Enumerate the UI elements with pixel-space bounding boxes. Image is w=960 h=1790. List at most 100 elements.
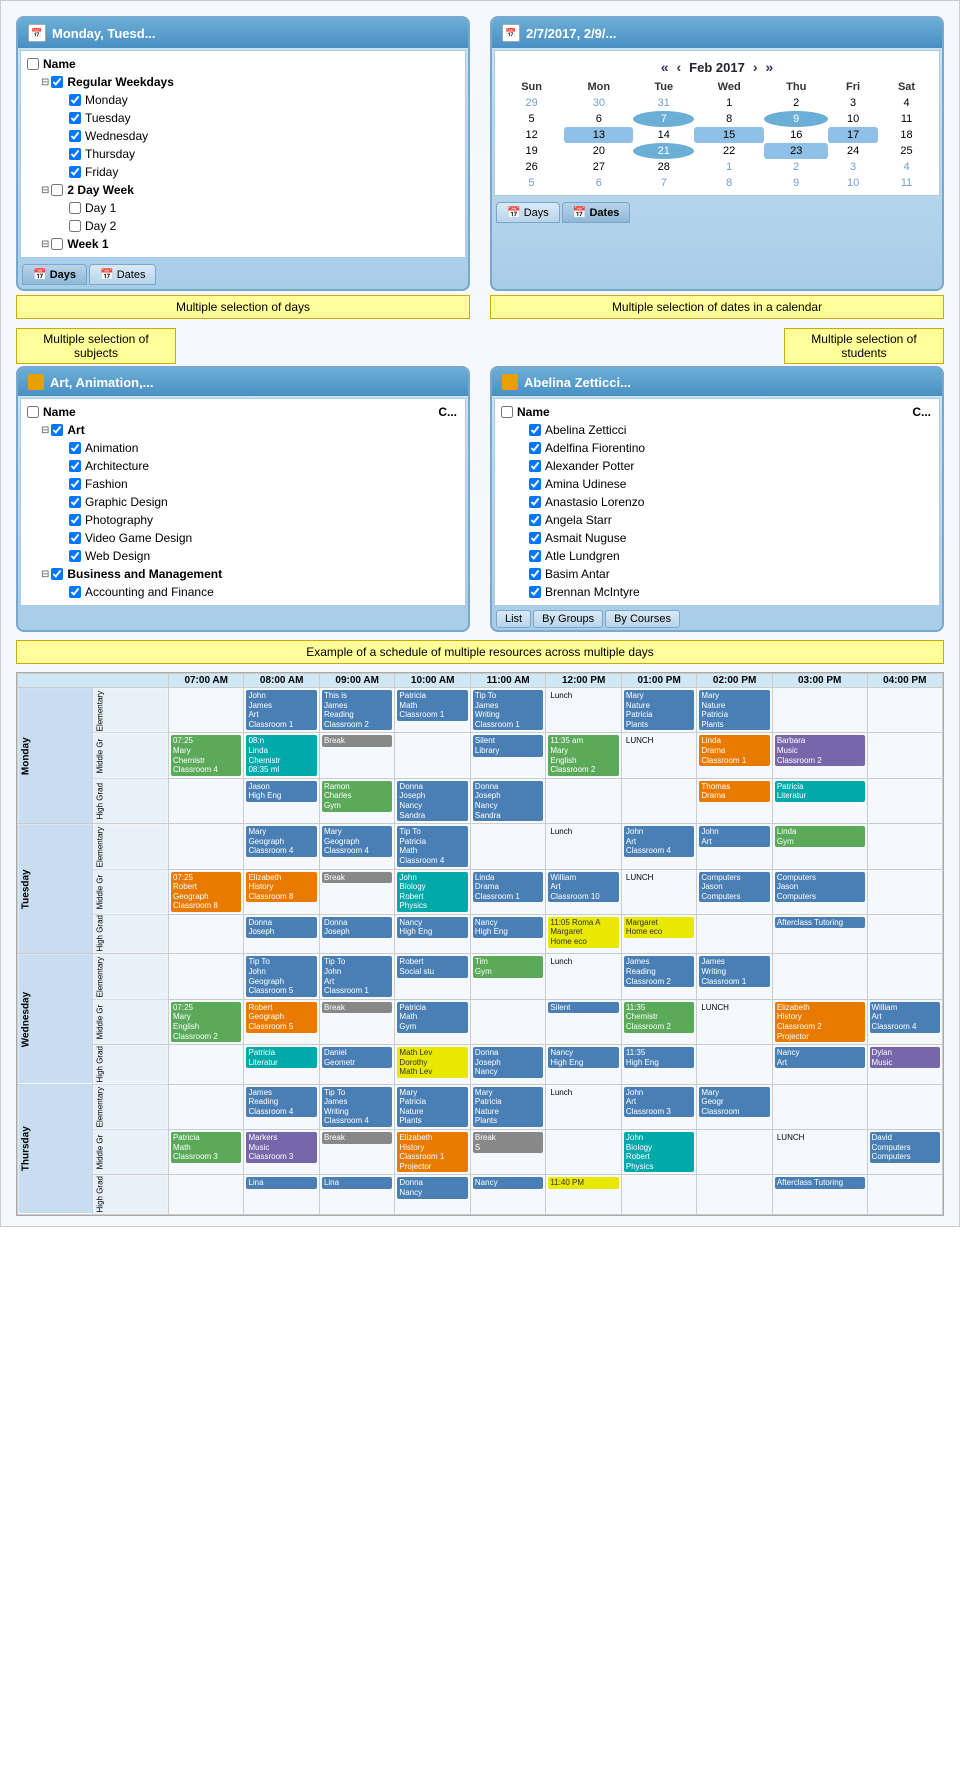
- nav-last[interactable]: »: [766, 59, 774, 75]
- schedule-event[interactable]: Tip To John Art Classroom 1: [322, 956, 392, 996]
- schedule-event[interactable]: Computers Jason Computers: [775, 872, 865, 903]
- calendar-day-cell[interactable]: 4: [878, 95, 935, 111]
- schedule-event[interactable]: Robert Social stu: [397, 956, 467, 977]
- item-checkbox[interactable]: [51, 76, 63, 88]
- schedule-event[interactable]: Silent: [548, 1002, 618, 1014]
- schedule-event[interactable]: Donna Joseph Nancy Sandra: [473, 781, 543, 821]
- tree-item[interactable]: Web Design: [25, 547, 461, 565]
- item-checkbox[interactable]: [529, 586, 541, 598]
- schedule-event[interactable]: Jason High Eng: [246, 781, 316, 802]
- schedule-event[interactable]: LUNCH: [624, 735, 694, 747]
- item-checkbox[interactable]: [69, 442, 81, 454]
- calendar-day-cell[interactable]: 8: [694, 175, 764, 191]
- calendar-day-cell[interactable]: 4: [878, 159, 935, 175]
- tree-item[interactable]: NameC...: [499, 403, 935, 421]
- schedule-event[interactable]: This is James Reading Classroom 2: [322, 690, 392, 730]
- schedule-event[interactable]: Nancy High Eng: [548, 1047, 618, 1068]
- header-checkbox[interactable]: [501, 406, 513, 418]
- schedule-event[interactable]: LUNCH: [775, 1132, 865, 1144]
- tree-item[interactable]: Abelina Zetticci: [499, 421, 935, 439]
- calendar-day-cell[interactable]: 12: [499, 127, 564, 143]
- schedule-event[interactable]: 11:40 PM: [548, 1177, 618, 1189]
- tree-item[interactable]: Photography: [25, 511, 461, 529]
- schedule-event[interactable]: Mary Geograph Classroom 4: [322, 826, 392, 857]
- item-checkbox[interactable]: [69, 532, 81, 544]
- item-checkbox[interactable]: [69, 460, 81, 472]
- schedule-event[interactable]: Mary Nature Patricia Plants: [624, 690, 694, 730]
- calendar-day-cell[interactable]: 3: [828, 159, 878, 175]
- tree-item[interactable]: Day 2: [25, 217, 461, 235]
- schedule-event[interactable]: Dylan Music: [870, 1047, 941, 1068]
- tree-item[interactable]: Friday: [25, 163, 461, 181]
- schedule-event[interactable]: 11:35 am Mary English Classroom 2: [548, 735, 618, 775]
- schedule-event[interactable]: Lina: [246, 1177, 316, 1189]
- schedule-event[interactable]: Donna Joseph Nancy: [473, 1047, 543, 1078]
- calendar-day-cell[interactable]: 10: [828, 111, 878, 127]
- item-checkbox[interactable]: [529, 478, 541, 490]
- tree-item[interactable]: Alexander Potter: [499, 457, 935, 475]
- calendar-day-cell[interactable]: 1: [694, 159, 764, 175]
- item-checkbox[interactable]: [529, 568, 541, 580]
- schedule-event[interactable]: Elizabeth History Classroom 2 Projector: [775, 1002, 865, 1042]
- tab-by-groups[interactable]: By Groups: [533, 610, 603, 628]
- tree-item[interactable]: Animation: [25, 439, 461, 457]
- schedule-event[interactable]: 07:25 Mary Chemistr Classroom 4: [171, 735, 241, 775]
- schedule-event[interactable]: William Art Classroom 4: [870, 1002, 941, 1033]
- tree-item[interactable]: Asmait Nuguse: [499, 529, 935, 547]
- expand-icon[interactable]: ⊟: [41, 77, 49, 88]
- header-checkbox[interactable]: [27, 406, 39, 418]
- schedule-event[interactable]: Math Lev Dorothy Math Lev: [397, 1047, 467, 1078]
- item-checkbox[interactable]: [69, 130, 81, 142]
- schedule-event[interactable]: Robert Geograph Classroom 5: [246, 1002, 316, 1033]
- item-checkbox[interactable]: [529, 550, 541, 562]
- item-checkbox[interactable]: [69, 220, 81, 232]
- schedule-event[interactable]: Break: [322, 1002, 392, 1014]
- calendar-day-cell[interactable]: 17: [828, 127, 878, 143]
- item-checkbox[interactable]: [529, 460, 541, 472]
- schedule-event[interactable]: James Writing Classroom 1: [699, 956, 769, 987]
- schedule-event[interactable]: Linda Gym: [775, 826, 865, 847]
- item-checkbox[interactable]: [69, 586, 81, 598]
- tree-item[interactable]: Basim Antar: [499, 565, 935, 583]
- schedule-event[interactable]: Lunch: [548, 826, 618, 838]
- tree-item[interactable]: ⊟Week 1: [25, 235, 461, 253]
- schedule-event[interactable]: Barbara Music Classroom 2: [775, 735, 865, 766]
- item-checkbox[interactable]: [51, 424, 63, 436]
- expand-icon[interactable]: ⊟: [41, 185, 49, 196]
- days-tab-dates[interactable]: 📅 Dates: [89, 264, 156, 285]
- schedule-event[interactable]: Silent Library: [473, 735, 543, 756]
- schedule-event[interactable]: Mary Patricia Nature Plants: [397, 1087, 467, 1127]
- calendar-day-cell[interactable]: 7: [633, 175, 694, 191]
- tree-item[interactable]: Video Game Design: [25, 529, 461, 547]
- item-checkbox[interactable]: [69, 112, 81, 124]
- calendar-day-cell[interactable]: 11: [878, 111, 935, 127]
- item-checkbox[interactable]: [69, 496, 81, 508]
- schedule-event[interactable]: Tim Gym: [473, 956, 543, 977]
- calendar-day-cell[interactable]: 6: [564, 111, 633, 127]
- days-tab-days[interactable]: 📅 Days: [22, 264, 87, 285]
- schedule-event[interactable]: Thomas Drama: [699, 781, 769, 802]
- calendar-day-cell[interactable]: 15: [694, 127, 764, 143]
- schedule-event[interactable]: Computers Jason Computers: [699, 872, 769, 903]
- tree-item[interactable]: ⊟Business and Management: [25, 565, 461, 583]
- schedule-event[interactable]: Patricia Literatur: [775, 781, 865, 802]
- schedule-event[interactable]: John Biology Robert Physics: [624, 1132, 694, 1172]
- calendar-day-cell[interactable]: 31: [633, 95, 694, 111]
- schedule-event[interactable]: Elizabeth History Classroom 8: [246, 872, 316, 903]
- calendar-day-cell[interactable]: 16: [764, 127, 828, 143]
- schedule-event[interactable]: James Reading Classroom 4: [246, 1087, 316, 1118]
- tree-item[interactable]: Monday: [25, 91, 461, 109]
- calendar-day-cell[interactable]: 14: [633, 127, 694, 143]
- tab-list[interactable]: List: [496, 610, 531, 628]
- tree-item[interactable]: Amina Udinese: [499, 475, 935, 493]
- schedule-event[interactable]: Lina: [322, 1177, 392, 1189]
- item-checkbox[interactable]: [529, 514, 541, 526]
- calendar-day-cell[interactable]: 3: [828, 95, 878, 111]
- schedule-event[interactable]: Patricia Literatur: [246, 1047, 316, 1068]
- calendar-day-cell[interactable]: 27: [564, 159, 633, 175]
- expand-icon[interactable]: ⊟: [41, 239, 49, 250]
- item-checkbox[interactable]: [529, 496, 541, 508]
- tree-item[interactable]: Angela Starr: [499, 511, 935, 529]
- tree-item[interactable]: Fashion: [25, 475, 461, 493]
- calendar-day-cell[interactable]: 5: [499, 111, 564, 127]
